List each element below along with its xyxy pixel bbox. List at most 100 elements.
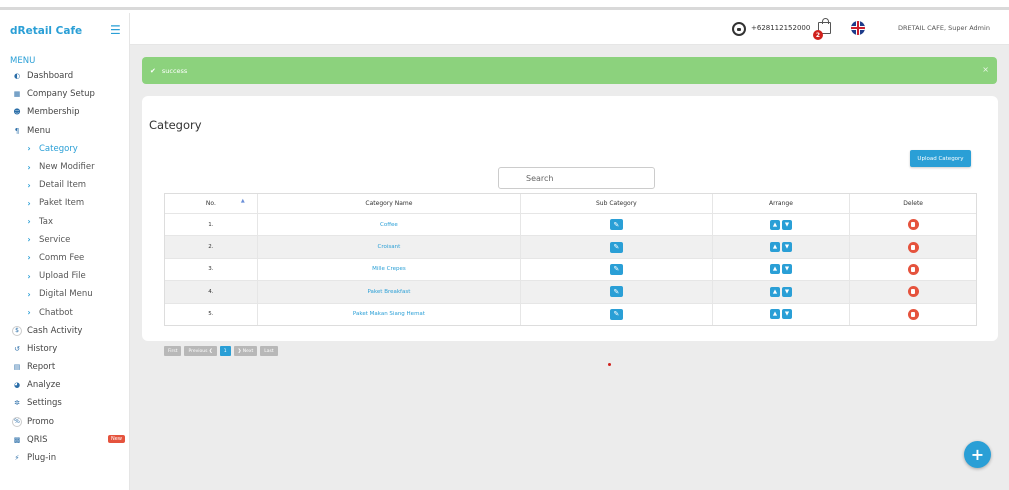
whatsapp-icon[interactable] — [732, 22, 746, 36]
sidebar-item-paket-item[interactable]: › Paket Item — [0, 194, 129, 212]
page-1-button[interactable]: 1 — [219, 346, 231, 356]
cart-count-badge: 2 — [813, 30, 823, 40]
sidebar-item-label: Detail Item — [39, 180, 87, 191]
sidebar-item-digital-menu[interactable]: › Digital Menu — [0, 285, 129, 303]
header-no[interactable]: No. ▲ — [165, 194, 257, 213]
chevron-down-icon[interactable]: ▼ — [781, 242, 792, 253]
upload-category-button[interactable]: Upload Category — [910, 150, 971, 167]
sidebar-item-category[interactable]: › Category — [0, 140, 129, 158]
header-category-name[interactable]: Category Name — [256, 194, 520, 213]
chevron-down-icon[interactable]: ▼ — [781, 286, 792, 297]
arrange-cell: ▲ ▼ — [711, 303, 850, 325]
uk-flag-icon[interactable] — [851, 21, 865, 35]
user-menu[interactable]: DRETAIL CAFE, Super Admin — [898, 24, 990, 32]
sidebar-item-label: Category — [39, 143, 78, 154]
sidebar-item-history[interactable]: ↺ History — [0, 340, 129, 358]
sidebar-item-label: Cash Activity — [27, 325, 83, 336]
success-alert: ✔ success × — [142, 57, 997, 84]
header-sub-category[interactable]: Sub Category — [520, 194, 712, 213]
chevron-right-icon: › — [27, 162, 31, 172]
header-delete[interactable]: Delete — [849, 194, 976, 213]
sidebar-item-tax[interactable]: › Tax — [0, 213, 129, 231]
next-page-button[interactable]: ❯ Next — [233, 346, 258, 356]
cursor-dot — [608, 363, 611, 366]
delete-icon[interactable] — [907, 263, 919, 275]
sidebar-item-dashboard[interactable]: ◐ Dashboard — [0, 67, 129, 85]
row-number: 4. — [208, 288, 214, 295]
chevron-down-icon[interactable]: ▼ — [781, 309, 792, 320]
category-name-link[interactable]: Croisant — [378, 244, 401, 250]
chevron-up-icon[interactable]: ▲ — [769, 264, 780, 275]
sidebar-item-menu[interactable]: ¶ Menu — [0, 122, 129, 140]
last-page-button[interactable]: Last — [260, 346, 278, 356]
chevron-right-icon: › — [27, 308, 31, 318]
phone-number[interactable]: +628112152000 — [751, 24, 810, 32]
sidebar-item-label: Comm Fee — [39, 252, 85, 263]
table-row: 5. Paket Makan Siang Hemat ✎ ▲ ▼ — [165, 302, 976, 325]
row-number: 5. — [208, 311, 214, 318]
sort-up-icon[interactable]: ▲ — [241, 198, 245, 204]
first-page-button[interactable]: First — [164, 346, 182, 356]
category-name-link[interactable]: Paket Breakfast — [367, 289, 410, 295]
menu-section-title: MENU — [10, 56, 36, 66]
sidebar-item-label: Settings — [27, 398, 62, 409]
sidebar-item-chatbot[interactable]: › Chatbot — [0, 303, 129, 321]
sidebar-nav: ◐ Dashboard ▦ Company Setup ☻ Membership ¶ Menu… — [0, 67, 129, 467]
gear-icon: ✲ — [14, 399, 20, 408]
sidebar-item-qris[interactable]: ▩ QRIS New — [0, 431, 129, 449]
edit-icon[interactable]: ✎ — [609, 263, 623, 275]
edit-icon[interactable]: ✎ — [609, 286, 623, 298]
chevron-down-icon[interactable]: ▼ — [781, 219, 792, 230]
header-arrange[interactable]: Arrange — [711, 194, 850, 213]
sidebar-item-cash-activity[interactable]: $ Cash Activity — [0, 322, 129, 340]
sidebar-item-report[interactable]: ▤ Report — [0, 358, 129, 376]
sidebar-item-comm-fee[interactable]: › Comm Fee — [0, 249, 129, 267]
sidebar-item-upload-file[interactable]: › Upload File — [0, 267, 129, 285]
sidebar-item-plug-in[interactable]: ⚡ Plug-in — [0, 449, 129, 467]
edit-icon[interactable]: ✎ — [609, 219, 623, 231]
sidebar-item-service[interactable]: › Service — [0, 231, 129, 249]
sidebar-item-label: Plug-in — [27, 453, 57, 464]
table-row: 1. Coffee ✎ ▲ ▼ — [165, 213, 976, 236]
history-icon: ↺ — [14, 344, 20, 353]
top-border — [0, 0, 1009, 10]
chevron-up-icon[interactable]: ▲ — [769, 286, 780, 297]
chevron-right-icon: › — [27, 217, 31, 227]
category-name-link[interactable]: Mille Crepes — [372, 266, 406, 272]
sidebar-item-analyze[interactable]: ◕ Analyze — [0, 376, 129, 394]
delete-icon[interactable] — [907, 286, 919, 298]
table-row: 2. Croisant ✎ ▲ ▼ — [165, 235, 976, 258]
category-name-link[interactable]: Paket Makan Siang Hemat — [353, 311, 425, 317]
delete-cell — [849, 258, 976, 281]
close-icon[interactable]: × — [982, 65, 989, 74]
brand-logo[interactable]: dRetail Cafe — [10, 25, 82, 37]
delete-icon[interactable] — [907, 241, 919, 253]
utensils-icon: ¶ — [14, 126, 20, 135]
hamburger-menu-icon[interactable]: ☰ — [110, 23, 121, 37]
delete-icon[interactable] — [907, 308, 919, 320]
category-name-cell: Paket Breakfast — [256, 281, 520, 303]
sidebar: dRetail Cafe ☰ MENU ◐ Dashboard ▦ Company S… — [0, 13, 130, 490]
edit-icon[interactable]: ✎ — [609, 308, 623, 320]
edit-icon[interactable]: ✎ — [609, 241, 623, 253]
previous-page-button[interactable]: Previous ❮ — [184, 346, 217, 356]
category-card: Category Upload Category No.▲ Category N… — [142, 96, 998, 341]
sidebar-item-settings[interactable]: ✲ Settings — [0, 394, 129, 412]
add-floating-button[interactable]: + — [964, 441, 991, 468]
sidebar-item-detail-item[interactable]: › Detail Item — [0, 176, 129, 194]
sidebar-item-label: Service — [39, 234, 71, 245]
sidebar-item-label: Upload File — [39, 271, 86, 282]
search-input[interactable] — [498, 167, 655, 189]
sidebar-item-promo[interactable]: % Promo — [0, 413, 129, 431]
sidebar-item-new-modifier[interactable]: › New Modifier — [0, 158, 129, 176]
sidebar-item-company-setup[interactable]: ▦ Company Setup — [0, 85, 129, 103]
sidebar-item-membership[interactable]: ☻ Membership — [0, 103, 129, 121]
chevron-down-icon[interactable]: ▼ — [781, 264, 792, 275]
delete-cell — [849, 236, 976, 258]
chevron-up-icon[interactable]: ▲ — [769, 309, 780, 320]
delete-icon[interactable] — [907, 219, 919, 231]
sub-category-cell: ✎ — [520, 258, 712, 281]
chevron-up-icon[interactable]: ▲ — [769, 219, 780, 230]
chevron-up-icon[interactable]: ▲ — [769, 242, 780, 253]
category-name-link[interactable]: Coffee — [380, 222, 398, 228]
